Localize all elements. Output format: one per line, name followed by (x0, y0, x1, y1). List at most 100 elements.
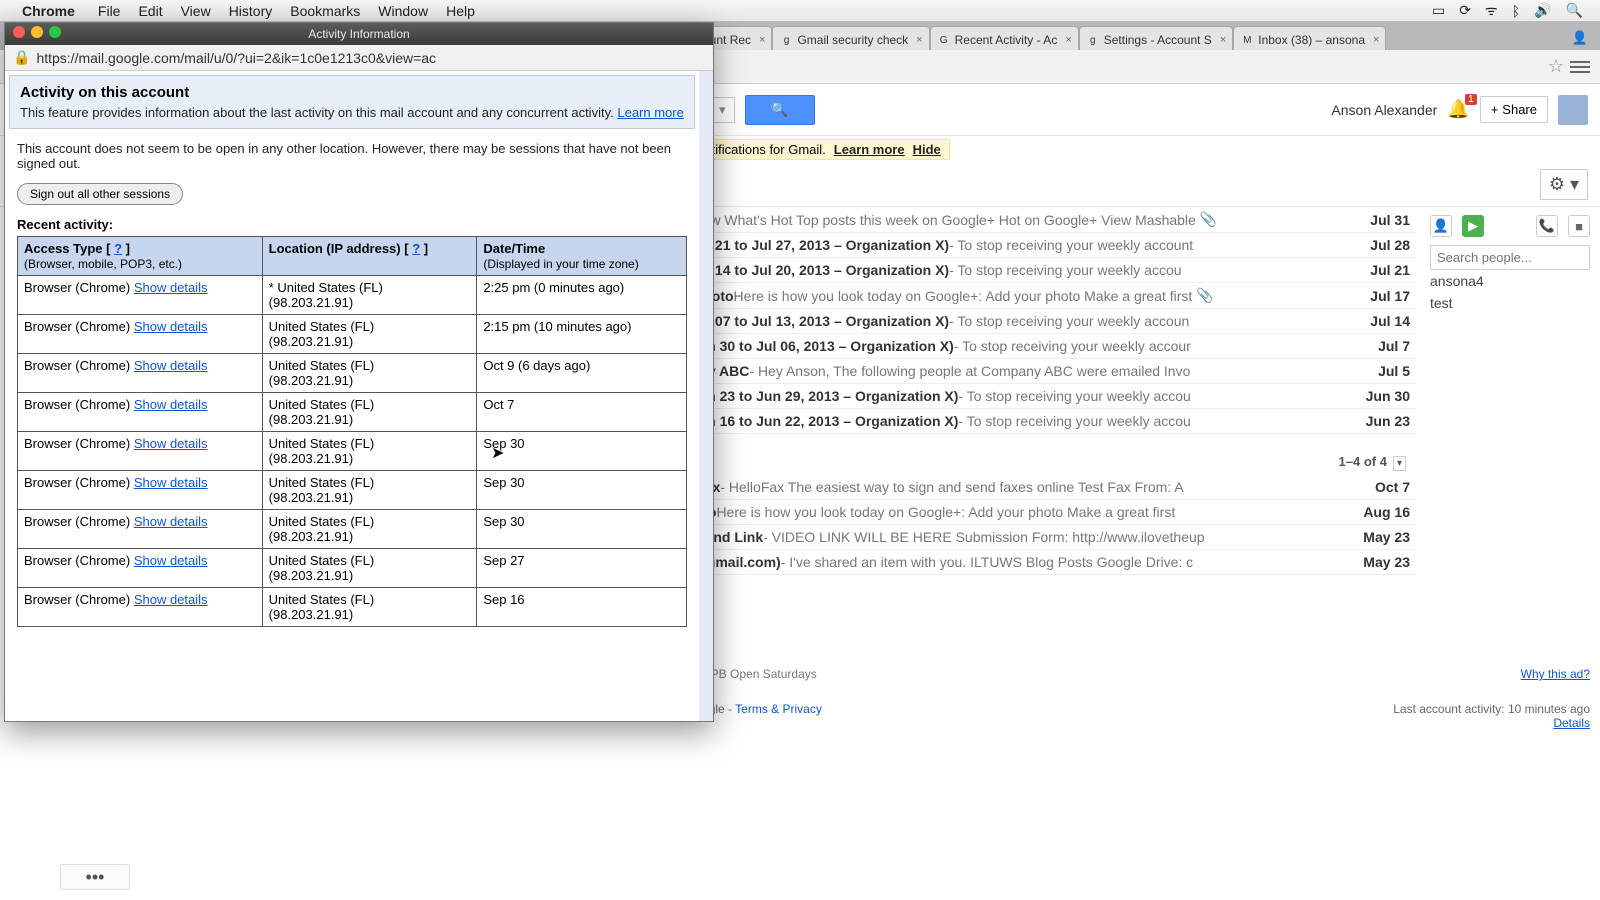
popup-titlebar[interactable]: Activity Information (5, 23, 713, 45)
mail-row[interactable]: ate (Jul 07 to Jul 13, 2013 – Organizati… (656, 309, 1416, 334)
table-row: Browser (Chrome) Show detailsUnited Stat… (18, 315, 687, 354)
popup-urlbar[interactable]: 🔒 https://mail.google.com/mail/u/0/?ui=2… (5, 45, 713, 71)
show-details-link[interactable]: Show details (134, 475, 208, 490)
mail-row[interactable]: le+ - View What's Hot Top posts this wee… (656, 207, 1416, 233)
terms-link[interactable]: Terms & Privacy (735, 702, 822, 716)
bluetooth-icon[interactable]: ᛒ (1505, 3, 1527, 19)
avatar[interactable] (1558, 95, 1588, 125)
show-details-link[interactable]: Show details (134, 358, 208, 373)
mail-row[interactable]: ofile photo Here is how you look today o… (656, 283, 1416, 309)
video-icon[interactable]: ▶ (1462, 215, 1484, 237)
table-row: Browser (Chrome) Show detailsUnited Stat… (18, 432, 687, 471)
contact-item[interactable]: ansona4 (1430, 270, 1590, 292)
close-icon[interactable]: × (916, 34, 922, 46)
show-details-link[interactable]: Show details (134, 553, 208, 568)
notifications-icon[interactable]: 🔔1 (1447, 99, 1469, 120)
zoom-window-icon[interactable] (49, 26, 61, 38)
chrome-avatar-icon[interactable]: 👤 (1566, 26, 1594, 50)
mail-row[interactable]: 2013@gmail.com) - I've shared an item wi… (656, 550, 1416, 575)
location: United States (FL) (269, 553, 375, 568)
th-datetime-sub: (Displayed in your time zone) (483, 257, 638, 271)
sync-icon[interactable]: ⟳ (1452, 2, 1478, 19)
show-details-link[interactable]: Show details (134, 280, 208, 295)
search-people-input[interactable] (1430, 245, 1590, 270)
show-details-link[interactable]: Show details (134, 397, 208, 412)
mail-row[interactable]: ate (Jun 16 to Jun 22, 2013 – Organizati… (656, 409, 1416, 434)
menu-bookmarks[interactable]: Bookmarks (281, 3, 369, 19)
show-details-link[interactable]: Show details (134, 436, 208, 451)
bookmark-star-icon[interactable]: ☆ (1548, 56, 1564, 77)
tab[interactable]: gGmail security check× (772, 26, 929, 50)
volume-icon[interactable]: 🔊 (1527, 2, 1558, 19)
app-name[interactable]: Chrome (22, 3, 89, 19)
mail-row[interactable]: ate (Jun 30 to Jul 06, 2013 – Organizati… (656, 334, 1416, 359)
tab-label: Inbox (38) – ansona (1258, 33, 1365, 47)
display-icon[interactable]: ▭ (1425, 2, 1452, 19)
person-icon[interactable]: 👤 (1430, 215, 1452, 237)
close-icon[interactable]: × (1220, 34, 1226, 46)
tab[interactable]: MInbox (38) – ansona× (1233, 26, 1386, 50)
menu-help[interactable]: Help (437, 3, 484, 19)
tab[interactable]: gSettings - Account S× (1079, 26, 1234, 50)
close-icon[interactable]: × (1373, 34, 1379, 46)
spotlight-icon[interactable]: 🔍 (1559, 2, 1590, 19)
gear-icon[interactable]: ⚙ ▾ (1540, 169, 1588, 200)
mail-row[interactable]: ate (Jul 21 to Jul 27, 2013 – Organizati… (656, 233, 1416, 258)
search-button[interactable]: 🔍 (745, 95, 815, 125)
menu-file[interactable]: File (89, 3, 130, 19)
menu-edit[interactable]: Edit (129, 3, 171, 19)
phone-icon[interactable]: 📞 (1536, 215, 1558, 237)
wifi-icon[interactable]: ᯤ (1478, 1, 1505, 20)
menu-history[interactable]: History (220, 3, 282, 19)
mail-date: Aug 16 (1353, 504, 1410, 520)
learn-more-link[interactable]: Learn more (617, 105, 683, 120)
popup-note: This account does not seem to be open in… (5, 133, 699, 179)
notif-learn-more[interactable]: Learn more (834, 142, 905, 157)
notif-hide[interactable]: Hide (913, 142, 941, 157)
mail-row[interactable]: ompany ABC - Hey Anson, The following pe… (656, 359, 1416, 384)
close-icon[interactable]: × (759, 34, 765, 46)
datetime: Sep 27 (483, 553, 524, 568)
mail-row[interactable]: le photo Here is how you look today on G… (656, 500, 1416, 525)
menu-window[interactable]: Window (369, 3, 437, 19)
contact-item[interactable]: test (1430, 292, 1590, 314)
show-details-link[interactable]: Show details (134, 592, 208, 607)
minimize-window-icon[interactable] (31, 26, 43, 38)
access-type: Browser (Chrome) (24, 592, 130, 607)
camera-icon[interactable]: ■ (1568, 215, 1590, 237)
mail-preview: - I've shared an item with you. ILTUWS B… (781, 554, 1193, 570)
dropdown-icon[interactable]: ▾ (1393, 456, 1406, 471)
tab-label: Gmail security check (797, 33, 908, 47)
close-icon[interactable]: × (1065, 34, 1071, 46)
datetime: Oct 9 (6 days ago) (483, 358, 590, 373)
tab-label: Recent Activity - Ac (955, 33, 1058, 47)
table-row: Browser (Chrome) Show detailsUnited Stat… (18, 588, 687, 627)
mail-preview: - To stop receiving your weekly accou (958, 413, 1190, 429)
access-type: Browser (Chrome) (24, 436, 130, 451)
user-name[interactable]: Anson Alexander (1331, 102, 1437, 118)
share-button[interactable]: +Share (1480, 96, 1548, 123)
mail-preview: - Hey Anson, The following people at Com… (749, 363, 1190, 379)
mail-preview: - To stop receiving your weekly account (949, 237, 1193, 253)
mail-row[interactable]: ocess and Link - VIDEO LINK WILL BE HERE… (656, 525, 1416, 550)
menu-view[interactable]: View (172, 3, 220, 19)
ellipsis-button[interactable]: ••• (60, 864, 130, 890)
popup-url: https://mail.google.com/mail/u/0/?ui=2&i… (36, 50, 436, 66)
datetime: Sep 30 (483, 475, 524, 490)
close-window-icon[interactable] (13, 26, 25, 38)
details-link[interactable]: Details (1553, 716, 1590, 730)
mail-row[interactable]: HelloFax - HelloFax The easiest way to s… (656, 475, 1416, 500)
show-details-link[interactable]: Show details (134, 319, 208, 334)
tab[interactable]: GRecent Activity - Ac× (930, 26, 1079, 50)
mail-row[interactable]: ate (Jun 23 to Jun 29, 2013 – Organizati… (656, 384, 1416, 409)
mail-row[interactable]: ate (Jul 14 to Jul 20, 2013 – Organizati… (656, 258, 1416, 283)
location: United States (FL) (269, 475, 375, 490)
help-icon[interactable]: ? (114, 241, 122, 256)
hamburger-icon[interactable] (1570, 61, 1590, 73)
help-icon[interactable]: ? (412, 241, 420, 256)
datetime: Sep 16 (483, 592, 524, 607)
show-details-link[interactable]: Show details (134, 514, 208, 529)
signout-all-button[interactable]: Sign out all other sessions (17, 183, 183, 205)
why-this-ad[interactable]: Why this ad? (1521, 667, 1590, 681)
mail-preview: - To stop receiving your weekly accou (949, 262, 1181, 278)
